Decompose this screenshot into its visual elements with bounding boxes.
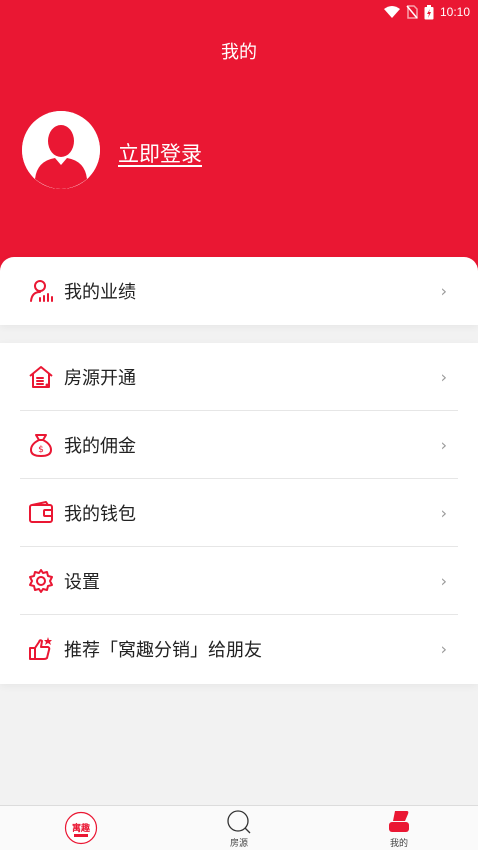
battery-icon xyxy=(424,4,434,19)
gear-icon xyxy=(28,568,54,594)
svg-text:$: $ xyxy=(38,445,44,455)
chevron-right-icon: › xyxy=(440,367,447,387)
wallet-icon xyxy=(28,500,54,526)
page-title: 我的 xyxy=(221,42,257,63)
wifi-icon xyxy=(383,5,400,18)
status-time: 10:10 xyxy=(439,5,470,19)
menu-item-performance[interactable]: 我的业绩 › xyxy=(0,257,478,325)
menu-item-label: 我的业绩 xyxy=(64,282,136,303)
performance-card: 我的业绩 › xyxy=(0,257,478,325)
profile-header: 10:10 我的 立即登录 xyxy=(0,0,478,275)
performance-icon xyxy=(28,278,54,304)
menu-item-settings[interactable]: 设置 › xyxy=(0,547,478,615)
tab-mine[interactable]: 我的 xyxy=(382,806,416,850)
thumbs-up-icon xyxy=(28,636,54,662)
login-link[interactable]: 立即登录 xyxy=(118,138,202,168)
chevron-right-icon: › xyxy=(440,281,447,301)
chevron-right-icon: › xyxy=(440,435,447,455)
bottom-tab-bar: 寓趣 房源 我的 xyxy=(0,805,478,850)
chevron-right-icon: › xyxy=(440,571,447,591)
menu-item-wallet[interactable]: 我的钱包 › xyxy=(0,479,478,547)
menu-card: 房源开通 › $ 我的佣金 › 我的钱包 › 设置 › 推荐「窝趣分销」给朋友 … xyxy=(0,343,478,684)
app-logo-icon: 寓趣 xyxy=(64,811,98,845)
default-avatar-icon xyxy=(22,111,100,189)
tab-listings[interactable]: 房源 xyxy=(222,806,256,850)
menu-item-recommend[interactable]: 推荐「窝趣分销」给朋友 › xyxy=(0,615,478,683)
app-logo-text: 寓趣 xyxy=(72,822,91,834)
tab-label: 我的 xyxy=(389,839,408,849)
menu-item-label: 设置 xyxy=(64,572,100,593)
menu-item-label: 推荐「窝趣分销」给朋友 xyxy=(64,640,262,661)
house-icon xyxy=(28,364,54,390)
chevron-right-icon: › xyxy=(440,503,447,523)
menu-item-house-activation[interactable]: 房源开通 › xyxy=(0,343,478,411)
chevron-right-icon: › xyxy=(440,639,447,659)
no-sim-icon xyxy=(406,5,418,19)
tab-label: 房源 xyxy=(229,839,248,849)
menu-item-label: 房源开通 xyxy=(64,368,136,389)
avatar[interactable] xyxy=(22,111,100,189)
menu-item-commission[interactable]: $ 我的佣金 › xyxy=(0,411,478,479)
profile-icon xyxy=(389,811,409,832)
tab-home[interactable]: 寓趣 xyxy=(62,806,100,850)
status-bar: 10:10 xyxy=(383,3,470,21)
money-bag-icon: $ xyxy=(28,432,54,458)
menu-item-label: 我的钱包 xyxy=(64,504,136,525)
menu-item-label: 我的佣金 xyxy=(64,436,136,457)
search-icon xyxy=(227,810,251,834)
